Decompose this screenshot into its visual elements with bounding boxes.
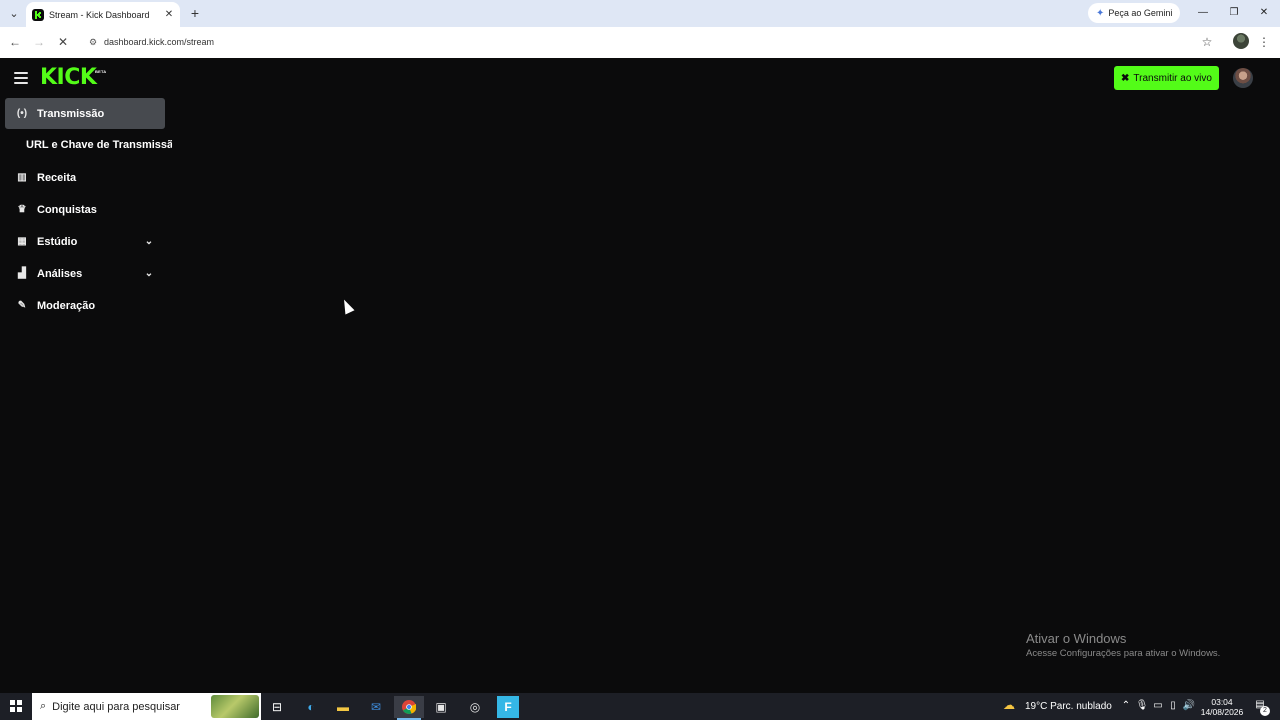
start-windows-icon[interactable] bbox=[10, 700, 22, 712]
tab-search-chevron-icon[interactable]: ⌄ bbox=[4, 3, 24, 23]
go-live-label: Transmitir ao vivo bbox=[1133, 72, 1212, 84]
restore-button[interactable]: ❐ bbox=[1219, 3, 1249, 23]
sidebar-item-url-chave[interactable]: URL e Chave de Transmissão bbox=[26, 139, 172, 151]
gemini-label: Peça ao Gemini bbox=[1108, 8, 1173, 18]
notification-count-badge: 2 bbox=[1260, 706, 1270, 716]
chrome-logo-icon bbox=[402, 700, 416, 714]
sidebar-item-moderacao[interactable]: ✎ Moderação bbox=[5, 290, 165, 321]
taskbar-search-box[interactable]: ⌕ Digite aqui para pesquisar bbox=[32, 693, 261, 720]
watermark-subtitle: Acesse Configurações para ativar o Windo… bbox=[1026, 648, 1221, 659]
sidebar-item-label: Transmissão bbox=[37, 107, 105, 120]
kick-k-icon: ✖ bbox=[1121, 72, 1130, 84]
url-text[interactable]: dashboard.kick.com/stream bbox=[104, 37, 214, 47]
go-live-button[interactable]: ✖ Transmitir ao vivo bbox=[1114, 66, 1219, 90]
minimize-button[interactable]: — bbox=[1188, 3, 1218, 23]
dashboard-sidebar: (•) Transmissão URL e Chave de Transmiss… bbox=[0, 98, 172, 693]
address-bar[interactable]: ⚙ dashboard.kick.com/stream bbox=[80, 31, 1222, 53]
edge-icon[interactable]: ◐ bbox=[300, 696, 322, 718]
search-icon: ⌕ bbox=[40, 700, 47, 712]
weather-text[interactable]: 19°C Parc. nublado bbox=[1025, 701, 1112, 712]
display-icon[interactable]: ▭ bbox=[1151, 700, 1165, 711]
trophy-icon: ♛ bbox=[17, 203, 27, 215]
forward-button[interactable]: → bbox=[30, 33, 48, 51]
tab-close-icon[interactable]: ✕ bbox=[162, 8, 176, 22]
sidebar-item-estudio[interactable]: ▦ Estúdio ⌄ bbox=[5, 226, 165, 257]
kick-favicon-icon bbox=[32, 8, 44, 21]
store-icon[interactable]: ▣ bbox=[430, 696, 452, 718]
sidebar-item-label: Análises bbox=[37, 267, 83, 280]
clock-time: 03:04 bbox=[1211, 697, 1233, 707]
watermark-title: Ativar o Windows bbox=[1026, 631, 1127, 646]
chevron-down-icon[interactable]: ⌄ bbox=[143, 268, 155, 280]
chevron-down-icon[interactable]: ⌄ bbox=[143, 236, 155, 248]
sidebar-item-transmissao[interactable]: (•) Transmissão bbox=[5, 98, 165, 129]
hamburger-menu-icon[interactable] bbox=[14, 72, 28, 84]
obs-icon[interactable]: ◎ bbox=[464, 696, 486, 718]
windows-activation-watermark: Ativar o Windows Acesse Configurações pa… bbox=[1026, 631, 1220, 659]
studio-icon: ▦ bbox=[17, 235, 27, 247]
back-button[interactable]: ← bbox=[6, 33, 24, 51]
kick-logo[interactable]: KICK bbox=[40, 65, 97, 90]
microphone-icon[interactable]: 🎙 bbox=[1135, 700, 1149, 711]
chrome-icon[interactable] bbox=[394, 696, 424, 720]
browser-menu-icon[interactable]: ⋮ bbox=[1258, 33, 1270, 51]
tab-title: Stream - Kick Dashboard bbox=[49, 9, 150, 20]
site-info-icon[interactable]: ⚙ bbox=[86, 35, 100, 49]
mail-icon[interactable]: ✉ bbox=[365, 696, 387, 718]
broadcast-icon: (•) bbox=[16, 107, 28, 119]
close-window-button[interactable]: ✕ bbox=[1249, 3, 1279, 23]
browser-tab[interactable]: Stream - Kick Dashboard ✕ bbox=[26, 2, 180, 27]
bar-chart-icon: ▥ bbox=[17, 171, 27, 183]
network-icon[interactable]: ▯ bbox=[1166, 700, 1180, 711]
file-explorer-icon[interactable]: ▬ bbox=[332, 696, 354, 718]
browser-tab-strip: ⌄ Stream - Kick Dashboard ✕ + ✦ Peça ao … bbox=[0, 0, 1280, 27]
new-tab-button[interactable]: + bbox=[187, 4, 203, 22]
wrench-icon: ✎ bbox=[17, 299, 27, 311]
gemini-button[interactable]: ✦ Peça ao Gemini bbox=[1088, 3, 1181, 23]
sidebar-item-label: Receita bbox=[37, 171, 77, 184]
beta-badge: BETA bbox=[95, 69, 107, 74]
sidebar-item-analises[interactable]: ▟ Análises ⌄ bbox=[5, 258, 165, 289]
user-avatar[interactable] bbox=[1233, 68, 1253, 88]
app-f-icon[interactable]: F bbox=[497, 696, 519, 718]
taskbar-clock[interactable]: 03:04 14/08/2026 bbox=[1196, 697, 1248, 717]
sidebar-item-label: Conquistas bbox=[37, 203, 97, 216]
stop-loading-button[interactable]: ✕ bbox=[54, 33, 72, 51]
sparkle-icon: ✦ bbox=[1096, 7, 1105, 19]
weather-cloud-icon[interactable]: ☁ bbox=[1003, 698, 1021, 714]
tray-chevron-up-icon[interactable]: ⌃ bbox=[1119, 700, 1133, 711]
analytics-icon: ▟ bbox=[18, 267, 26, 279]
volume-icon[interactable]: 🔊 bbox=[1182, 700, 1196, 711]
taskbar-search-placeholder: Digite aqui para pesquisar bbox=[52, 700, 180, 713]
clock-date: 14/08/2026 bbox=[1200, 707, 1244, 717]
sidebar-item-label: Moderação bbox=[37, 299, 96, 312]
search-highlight-image bbox=[211, 695, 259, 718]
sidebar-item-conquistas[interactable]: ♛ Conquistas bbox=[5, 194, 165, 225]
browser-toolbar: ← → ✕ ⚙ dashboard.kick.com/stream ☆ ⋮ bbox=[0, 27, 1280, 58]
profile-avatar[interactable] bbox=[1233, 33, 1249, 49]
bookmark-star-icon[interactable]: ☆ bbox=[1199, 34, 1215, 50]
windows-taskbar: ⌕ Digite aqui para pesquisar ⊟ ◐ ▬ ✉ ▣ ◎… bbox=[0, 693, 1280, 720]
sidebar-item-receita[interactable]: ▥ Receita bbox=[5, 162, 165, 193]
kick-header: KICK BETA ✖ Transmitir ao vivo bbox=[0, 58, 1280, 98]
mouse-cursor-icon bbox=[339, 297, 355, 315]
task-view-icon[interactable]: ⊟ bbox=[266, 696, 288, 718]
sidebar-item-label: Estúdio bbox=[37, 235, 78, 248]
